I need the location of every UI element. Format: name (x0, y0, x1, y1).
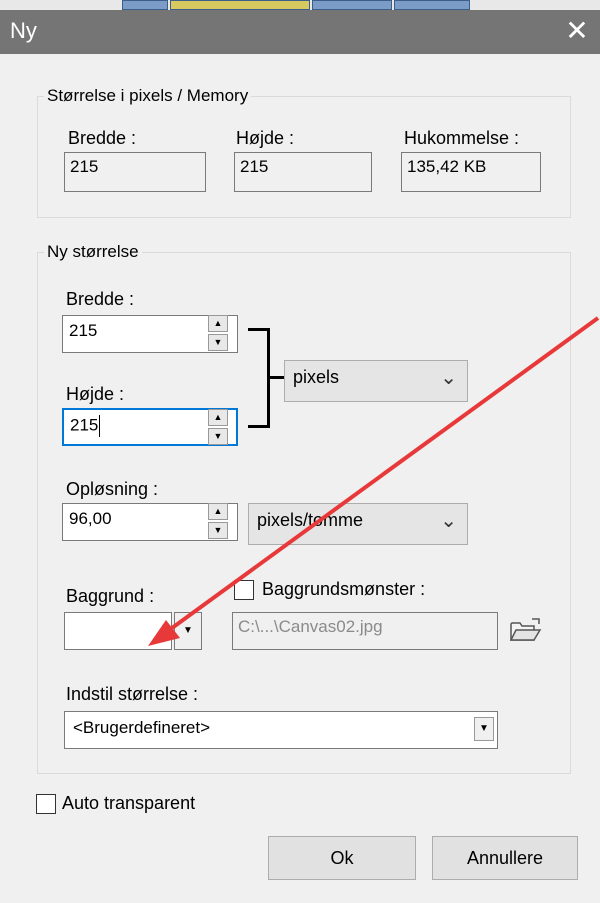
annotation-arrow-line (170, 316, 600, 630)
annotation-arrow (148, 316, 600, 646)
